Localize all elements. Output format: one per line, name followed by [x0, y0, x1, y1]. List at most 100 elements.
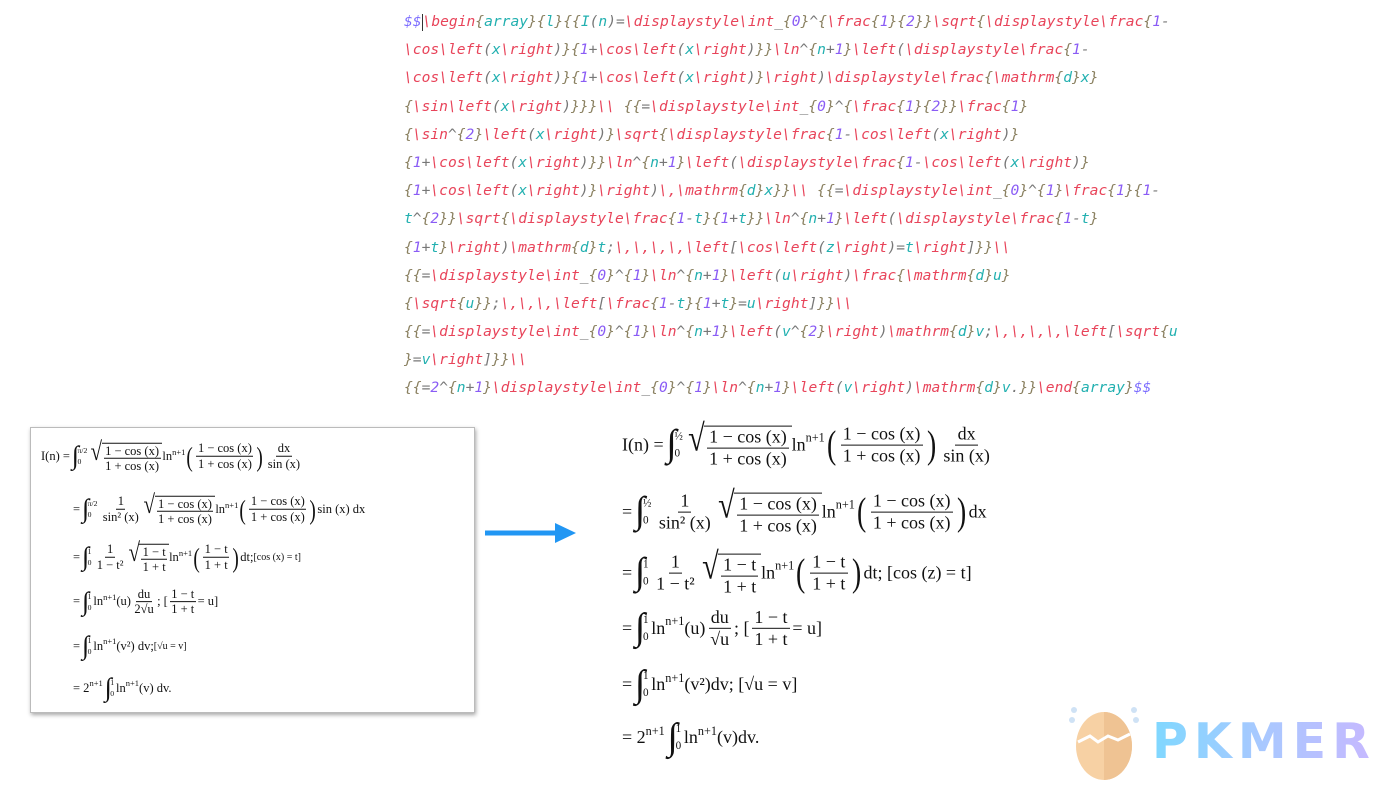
code-line[interactable]: {1+\cos\left(x\right)}}\ln^{n+1}\left(\d… — [404, 149, 1284, 177]
integral-limits: π/2 0 — [88, 499, 98, 519]
math-text: I(n) = — [41, 448, 70, 463]
equation-row: = ∫ 1 0 1 1 − t² √ 1 − t1 + t ln n+1(1 − t1 + t… — [73, 539, 302, 575]
numerator: 1 — [116, 494, 126, 510]
code-line[interactable]: {\sqrt{u}};\,\,\,\left[\frac{1-t}{1+t}=u… — [404, 290, 1284, 318]
fraction: 1 − cos (x) 1 + cos (x) — [249, 494, 307, 524]
numerator: 1 − cos (x) — [737, 494, 820, 516]
superscript: n+1 — [775, 558, 795, 573]
fraction: 1 − cos (x) 1 + cos (x) — [737, 494, 820, 536]
code-line[interactable]: \cos\left(x\right)}{1+\cos\left(x\right)… — [404, 64, 1284, 92]
denominator: 1 + cos (x) — [872, 512, 951, 533]
fraction: 1 sin² (x) — [657, 491, 713, 533]
code-line[interactable]: {\sin^{2}\left(x\right)}\sqrt{\displayst… — [404, 121, 1284, 149]
radical-sign: √ — [687, 417, 705, 460]
numerator: 1 − cos (x) — [840, 424, 923, 446]
integral-limits: 10 — [110, 678, 114, 698]
math-text: ln — [683, 727, 698, 748]
fraction: 1 sin² (x) — [101, 494, 140, 524]
code-line[interactable]: {{=\displaystyle\int_{0}^{1}\ln^{n+1}\le… — [404, 318, 1284, 346]
code-line[interactable]: {\sin\left(x\right)}}}\\ {{=\displaystyl… — [404, 93, 1284, 121]
equation-row: = ∫ 1 0 1 1 − t² √ 1 − t1 + t ln n+1(1 − t1 + t… — [622, 548, 972, 598]
numerator: 1 − t — [141, 544, 168, 560]
fraction: 1 − cos (x) 1 + cos (x) — [840, 424, 923, 466]
superscript: n+1 — [645, 723, 665, 738]
math-text: (v²)dv; [√u = v] — [684, 674, 798, 695]
integral: ∫ 1 0 — [635, 553, 649, 592]
superscript: n+1 — [805, 430, 825, 445]
code-line[interactable]: {{=2^{n+1}\displaystyle\int_{0}^{1}\ln^{… — [404, 374, 1284, 402]
integral-limits: 10 — [643, 613, 649, 642]
denominator: 1 + cos (x) — [709, 448, 787, 469]
math-text: = — [622, 674, 633, 695]
integral-limits: 10 — [676, 723, 682, 752]
upper-limit: ½ — [674, 430, 683, 443]
math-text: = 2 — [622, 727, 646, 748]
parenthesized-fraction: (1 − cos (x) 1 + cos (x)) — [185, 441, 264, 471]
math-text: ln — [116, 680, 126, 695]
pkmer-logo: PKMER — [1068, 700, 1376, 782]
denominator: 1 + t — [723, 576, 757, 597]
right-paren: ) — [927, 422, 937, 467]
fraction: 11 − t² — [654, 552, 697, 594]
parenthesized-fraction: (1 − cos (x) 1 + cos (x)) — [855, 491, 969, 533]
numerator: 1 — [668, 552, 683, 574]
denominator: sin (x) — [943, 445, 990, 466]
arrow-right-icon — [485, 523, 576, 543]
math-text: = — [622, 501, 633, 522]
superscript: n+1 — [103, 636, 117, 647]
fraction: dx sin (x) — [266, 441, 301, 471]
integral: ∫ π/2 0 — [82, 495, 98, 522]
math-text: ; [ — [733, 617, 750, 638]
fraction: dx sin (x) — [941, 424, 992, 466]
latex-source-editor[interactable]: $$\begin{array}{l}{{I(n)=\displaystyle\i… — [404, 8, 1284, 403]
lower-limit: 0 — [87, 558, 92, 568]
denominator: 1 + cos (x) — [158, 511, 212, 526]
math-text: dx — [968, 501, 987, 522]
logo-text: PKMER — [1152, 712, 1376, 770]
lower-limit: 0 — [642, 630, 649, 643]
equation-row: I(n) = ∫ π/2 0 √ 1 − cos (x) 1 + cos (x) ln n+… — [41, 438, 303, 474]
code-line[interactable]: t^{2}}\sqrt{\displaystyle\frac{1-t}{1+t}… — [404, 205, 1284, 233]
left-paren: ( — [826, 422, 836, 467]
math-text: ln — [651, 674, 666, 695]
parenthesized-fraction: (1 − cos (x) 1 + cos (x)) — [825, 424, 939, 466]
radicand: 1 − cos (x) 1 + cos (x) — [734, 493, 822, 536]
math-text: = — [622, 617, 633, 638]
fraction: 1 − t1 + t — [720, 555, 759, 597]
right-paren: ) — [852, 550, 862, 595]
math-text: ln — [93, 638, 104, 653]
numerator: 1 − cos (x) — [249, 494, 307, 510]
math-annotation: [cos (x) = t] — [253, 551, 302, 563]
code-line[interactable]: }=v\right]}}\\ — [404, 346, 1284, 374]
code-line[interactable]: \cos\left(x\right)}{1+\cos\left(x\right)… — [404, 36, 1284, 64]
math-text: ln — [215, 501, 226, 516]
upper-limit: 1 — [87, 635, 92, 645]
code-line[interactable]: {1+t}\right)\mathrm{d}t;\,\,\,\,\left[\c… — [404, 234, 1284, 262]
denominator: 1 + cos (x) — [250, 509, 305, 524]
numerator: dx — [276, 441, 292, 457]
math-text: ln — [651, 617, 666, 638]
square-root: √ 1 − cos (x) 1 + cos (x) — [686, 417, 792, 470]
superscript: n+1 — [89, 678, 103, 689]
numerator: dx — [955, 424, 978, 446]
math-text: dt; [cos (z) = t] — [863, 562, 972, 583]
fraction: 11 − t² — [95, 542, 125, 572]
superscript: n+1 — [225, 499, 239, 510]
left-paren: ( — [193, 541, 200, 573]
lower-limit: 0 — [642, 575, 649, 588]
integral: ∫ 1 0 — [82, 632, 92, 659]
math-text: = — [622, 562, 633, 583]
math-text: I(n) = — [622, 434, 664, 455]
code-line[interactable]: {{=\displaystyle\int_{0}^{1}\ln^{n+1}\le… — [404, 262, 1284, 290]
denominator: 1 + t — [812, 573, 846, 594]
code-line[interactable]: $$\begin{array}{l}{{I(n)=\displaystyle\i… — [404, 8, 1284, 36]
numerator: du — [708, 607, 731, 629]
numerator: 1 − t — [810, 552, 848, 574]
equation-row: = ∫ 1 0 ln n+1 (u) du √u; [1 − t1 + t = u] — [622, 607, 822, 649]
code-line[interactable]: {1+\cos\left(x\right)}\right)\,\mathrm{d… — [404, 177, 1284, 205]
upper-limit: 1 — [87, 546, 92, 556]
equation-row: = ∫ 1 0 ln n+1 (v²)dv; [√u = v] — [622, 665, 798, 704]
right-paren: ) — [957, 489, 967, 534]
integral: ∫ 1 0 — [82, 588, 92, 615]
square-root: √ 1 − cos (x) 1 + cos (x) — [716, 487, 822, 537]
